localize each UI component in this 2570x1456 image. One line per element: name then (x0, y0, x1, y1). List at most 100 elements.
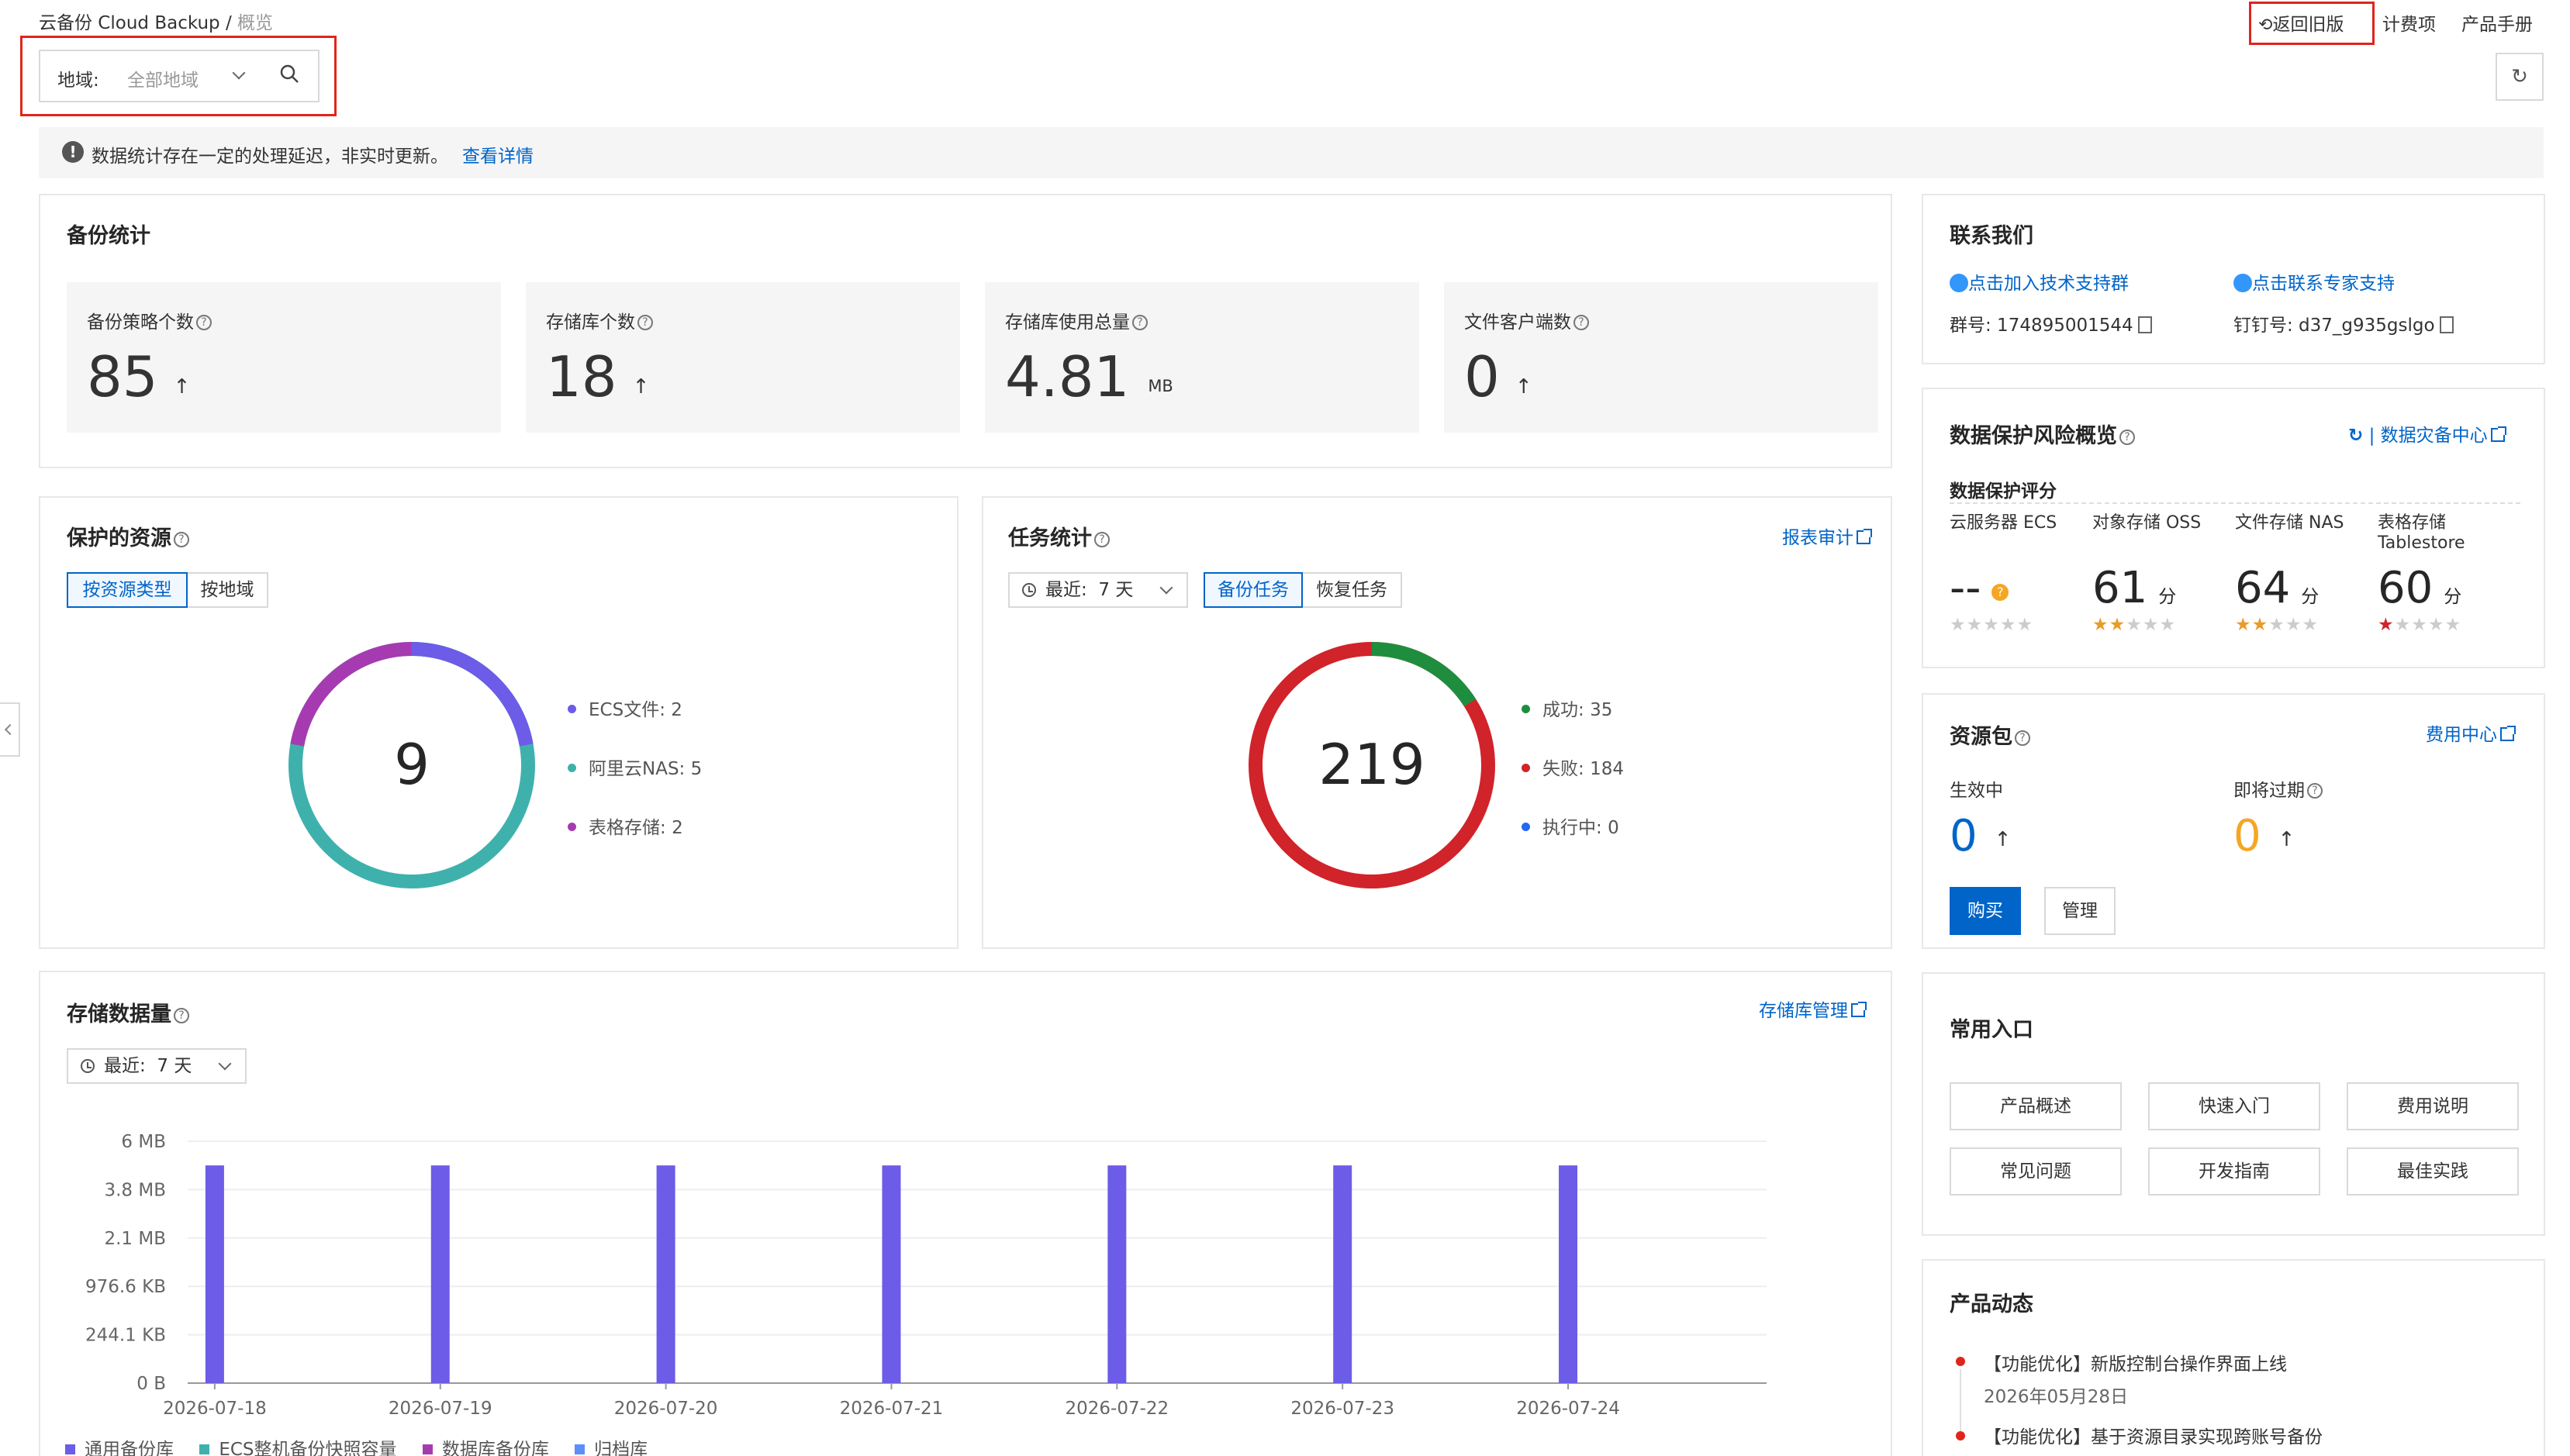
external-link-icon (1857, 529, 1872, 544)
notice-text: 数据统计存在一定的处理延迟，非实时更新。 (92, 147, 448, 167)
copy-icon[interactable] (2137, 316, 2152, 333)
legend-ecs-snapshot[interactable]: ECS整机备份快照容量 (199, 1440, 397, 1456)
x-tick-label: 2026-07-23 (1290, 1399, 1394, 1414)
score-label: 数据保护评分 (1950, 481, 2057, 502)
clock-icon (1022, 583, 1036, 597)
help-icon[interactable]: ? (2119, 430, 2135, 445)
task-stats-card: 任务统计? 报表审计 最近: 7 天 备份任务 恢复任务 219 成功: 35 … (982, 496, 1892, 949)
chevron-down-icon (1159, 581, 1173, 595)
legend-running: 执行中: 0 (1522, 813, 1619, 839)
arrow-up-icon: ↑ (173, 375, 191, 399)
y-tick-label: 244.1 KB (85, 1326, 166, 1346)
dr-center-link[interactable]: ↻ | 数据灾备中心 (2348, 420, 2506, 447)
risk-item-tablestore: 表格存储 Tablestore 60 分 ★★★★★ (2378, 513, 2525, 635)
legend-db-vault[interactable]: 数据库备份库 (422, 1440, 549, 1456)
dingtalk-icon (2233, 274, 2252, 292)
bar-2026-07-21[interactable] (882, 1165, 901, 1383)
arrow-up-icon: ↑ (1515, 375, 1532, 399)
active-value: 0 ↑ (1950, 811, 2012, 861)
help-icon[interactable]: ? (2015, 730, 2030, 746)
x-tick-label: 2026-07-22 (1065, 1399, 1169, 1414)
shortcut-best-practice[interactable]: 最佳实践 (2347, 1147, 2519, 1196)
help-icon[interactable]: ? (637, 315, 653, 330)
bar-2026-07-20[interactable] (656, 1165, 675, 1383)
legend-tablestore: 表格存储: 2 (568, 813, 683, 839)
card-title: 备份统计 (67, 224, 150, 248)
stat-vault-usage: 存储库使用总量? 4.81 MB (985, 282, 1419, 433)
legend-failed: 失败: 184 (1522, 754, 1624, 780)
star-rating: ★★★★★ (1950, 615, 2034, 635)
help-icon[interactable]: ? (1132, 315, 1148, 330)
storage-volume-card: 存储数据量? 存储库管理 最近: 7 天 0 B 244.1 KB 976.6 KB… (39, 971, 1892, 1456)
breadcrumb-product[interactable]: 云备份 Cloud Backup (39, 13, 220, 33)
tab-backup-tasks[interactable]: 备份任务 (1204, 572, 1303, 608)
return-old-version-link[interactable]: ⟲返回旧版 (2258, 9, 2344, 36)
help-icon[interactable]: ? (1573, 315, 1589, 330)
clock-icon (81, 1059, 95, 1073)
risk-overview-card: 数据保护风险概览? ↻ | 数据灾备中心 数据保护评分 云服务器 ECS --?… (1922, 388, 2545, 668)
region-select[interactable]: 全部地域 (127, 65, 199, 91)
bar-2026-07-19[interactable] (430, 1165, 450, 1383)
manual-link[interactable]: 产品手册 (2461, 9, 2533, 36)
x-tick-label: 2026-07-19 (389, 1399, 492, 1414)
join-support-group-link[interactable]: 点击加入技术支持群 (1950, 268, 2129, 295)
storage-bar-chart: 0 B 244.1 KB 976.6 KB 2.1 MB 3.8 MB 6 MB 2026-… (85, 1132, 1767, 1414)
star-rating: ★★★★★ (2092, 615, 2177, 635)
dingtalk-icon (1950, 274, 1968, 292)
bar-2026-07-18[interactable] (205, 1165, 224, 1383)
legend-archive-vault[interactable]: 归档库 (575, 1440, 648, 1456)
help-icon[interactable]: ? (174, 1008, 189, 1023)
external-link-icon (1851, 1002, 1867, 1017)
bar-2026-07-24[interactable] (1559, 1165, 1578, 1383)
help-icon[interactable]: ? (2307, 783, 2323, 799)
backup-stats-card: 备份统计 备份策略个数? 85 ↑ 存储库个数? 18 ↑ 存储库使用总量? 4.8… (39, 194, 1892, 468)
news-item[interactable]: 【功能优化】新版控制台操作界面上线 (1984, 1349, 2287, 1375)
chevron-left-icon (4, 723, 16, 736)
refresh-icon[interactable]: ↻ (2348, 426, 2363, 446)
star-rating: ★★★★★ (2235, 615, 2320, 635)
refresh-icon: ↻ (2511, 65, 2528, 88)
help-icon[interactable]: ? (174, 532, 189, 547)
shortcut-faq[interactable]: 常见问题 (1950, 1147, 2122, 1196)
tab-by-region[interactable]: 按地域 (188, 572, 268, 608)
vault-management-link[interactable]: 存储库管理 (1759, 995, 1867, 1022)
billing-center-link[interactable]: 费用中心 (2426, 719, 2516, 746)
tab-restore-tasks[interactable]: 恢复任务 (1303, 572, 1402, 608)
shortcut-overview[interactable]: 产品概述 (1950, 1082, 2122, 1130)
shortcut-billing[interactable]: 费用说明 (2347, 1082, 2519, 1130)
warning-icon[interactable]: ? (1991, 584, 2009, 601)
buy-button[interactable]: 购买 (1950, 887, 2021, 935)
news-item[interactable]: 【功能优化】基于资源目录实现跨账号备份 (1984, 1422, 2323, 1448)
search-icon[interactable] (279, 64, 299, 84)
region-filter[interactable]: 地域: 全部地域 (39, 50, 320, 102)
bar-2026-07-22[interactable] (1107, 1165, 1127, 1383)
tab-by-resource-type[interactable]: 按资源类型 (67, 572, 188, 608)
bar-2026-07-23[interactable] (1333, 1165, 1352, 1383)
resource-package-card: 资源包? 费用中心 生效中 0 ↑ 即将过期? 0 ↑ 购买 管理 (1922, 693, 2545, 949)
task-total: 219 (1318, 732, 1425, 797)
shortcut-dev-guide[interactable]: 开发指南 (2148, 1147, 2320, 1196)
storage-range-select[interactable]: 最近: 7 天 (67, 1048, 247, 1084)
expiring-value: 0 ↑ (2233, 811, 2295, 861)
x-tick-label: 2026-07-20 (614, 1399, 718, 1414)
copy-icon[interactable] (2439, 316, 2454, 333)
legend-general-vault[interactable]: 通用备份库 (65, 1440, 174, 1456)
expert-support-link[interactable]: 点击联系专家支持 (2233, 268, 2395, 295)
shortcut-quickstart[interactable]: 快速入门 (2148, 1082, 2320, 1130)
y-tick-label: 3.8 MB (104, 1180, 166, 1200)
manage-button[interactable]: 管理 (2044, 887, 2116, 935)
report-audit-link[interactable]: 报表审计 (1782, 523, 1872, 549)
notice-details-link[interactable]: 查看详情 (462, 141, 534, 167)
refresh-button[interactable]: ↻ (2496, 53, 2544, 101)
x-tick-label: 2026-07-21 (840, 1399, 944, 1414)
x-tick-label: 2026-07-24 (1516, 1399, 1620, 1414)
sidebar-expand-handle[interactable] (0, 702, 20, 757)
help-icon[interactable]: ? (1094, 532, 1110, 547)
billing-link[interactable]: 计费项 (2382, 9, 2436, 36)
chevron-down-icon (232, 66, 246, 80)
stat-file-clients: 文件客户端数? 0 ↑ (1444, 282, 1878, 433)
legend-ecs-file: ECS文件: 2 (568, 695, 682, 721)
help-icon[interactable]: ? (196, 315, 212, 330)
legend-nas: 阿里云NAS: 5 (568, 754, 702, 780)
task-range-select[interactable]: 最近: 7 天 (1008, 572, 1188, 608)
